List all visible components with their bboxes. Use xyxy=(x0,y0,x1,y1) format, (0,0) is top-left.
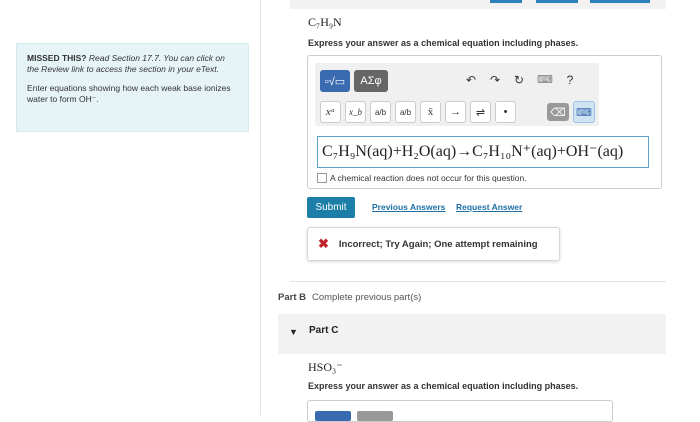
subscript-button[interactable]: x_b xyxy=(345,101,366,123)
reset-icon[interactable]: ↻ xyxy=(510,73,528,87)
hint-instruction: Enter equations showing how each weak ba… xyxy=(27,83,231,104)
editor-toolbar: ▫√▭ ΑΣφ xᵃ x_b a/b a/b x̄ → ⇌ • ⌫ ⌨ xyxy=(315,63,599,126)
superscript-button[interactable]: xᵃ xyxy=(320,101,341,123)
part-a-formula: C₇H₉N xyxy=(308,15,342,29)
hint-box: MISSED THIS? Read Section 17.7. You can … xyxy=(16,43,249,132)
part-b-status: Complete previous part(s) xyxy=(311,292,422,303)
greek-symbols-button[interactable]: ΑΣφ xyxy=(354,70,388,92)
submit-button[interactable]: Submit xyxy=(307,197,355,218)
arrow-button[interactable]: → xyxy=(445,101,466,123)
missed-label: MISSED THIS? xyxy=(27,53,87,63)
part-c-label: Part C xyxy=(309,325,339,336)
vector-button[interactable]: x̄ xyxy=(420,101,441,123)
part-c-formula: HSO₃⁻ xyxy=(308,360,343,374)
request-answer-link[interactable]: Request Answer xyxy=(456,202,522,212)
divider xyxy=(290,281,666,282)
part-c-templates-button[interactable] xyxy=(315,411,351,421)
fraction-button[interactable]: a/b xyxy=(370,101,391,123)
previous-answers-link[interactable]: Previous Answers xyxy=(372,202,445,212)
no-reaction-checkbox[interactable] xyxy=(317,173,327,183)
top-tab[interactable] xyxy=(490,0,522,3)
feedback-text: Incorrect; Try Again; One attempt remain… xyxy=(338,238,538,250)
left-pane: MISSED THIS? Read Section 17.7. You can … xyxy=(0,0,261,415)
keyboard-shortcuts-icon[interactable]: ⌨ xyxy=(536,73,554,86)
answer-input[interactable]: C₇H₉N(aq)+H₂O(aq)→C₇H₁₀N⁺(aq)+OH⁻(aq) xyxy=(317,136,649,168)
part-c-header[interactable]: ▼ Part C xyxy=(278,314,666,354)
keyboard-toggle-icon[interactable]: ⌨ xyxy=(573,101,595,123)
dot-button[interactable]: • xyxy=(495,101,516,123)
equilibrium-button[interactable]: ⇌ xyxy=(470,101,491,123)
main-content: C₇H₉N Express your answer as a chemical … xyxy=(260,0,700,422)
help-icon[interactable]: ? xyxy=(561,73,579,87)
delete-icon[interactable]: ⌫ xyxy=(547,103,569,121)
part-a-instruction: Express your answer as a chemical equati… xyxy=(308,38,579,48)
redo-icon[interactable]: ↷ xyxy=(486,73,504,87)
top-tab[interactable] xyxy=(590,0,650,3)
top-tab[interactable] xyxy=(536,0,578,3)
close-icon: ✖ xyxy=(318,236,329,251)
no-reaction-label: A chemical reaction does not occur for t… xyxy=(330,173,527,183)
feedback-message: ✖ Incorrect; Try Again; One attempt rema… xyxy=(307,227,560,261)
no-reaction-option[interactable]: A chemical reaction does not occur for t… xyxy=(317,173,527,183)
undo-icon[interactable]: ↶ xyxy=(462,73,480,87)
part-c-greek-button[interactable] xyxy=(357,411,393,421)
part-b-label: Part B xyxy=(278,292,306,303)
equation-editor: ▫√▭ ΑΣφ xᵃ x_b a/b a/b x̄ → ⇌ • ⌫ ⌨ ↶ ↷ … xyxy=(307,55,662,189)
templates-button[interactable]: ▫√▭ xyxy=(320,70,350,92)
part-c-instruction: Express your answer as a chemical equati… xyxy=(308,381,579,391)
part-c-editor xyxy=(307,400,613,422)
missed-hint: MISSED THIS? Read Section 17.7. You can … xyxy=(27,53,238,75)
fraction-button-2[interactable]: a/b xyxy=(395,101,416,123)
part-b-header: Part B Complete previous part(s) xyxy=(278,292,421,303)
chevron-down-icon[interactable]: ▼ xyxy=(289,327,298,337)
